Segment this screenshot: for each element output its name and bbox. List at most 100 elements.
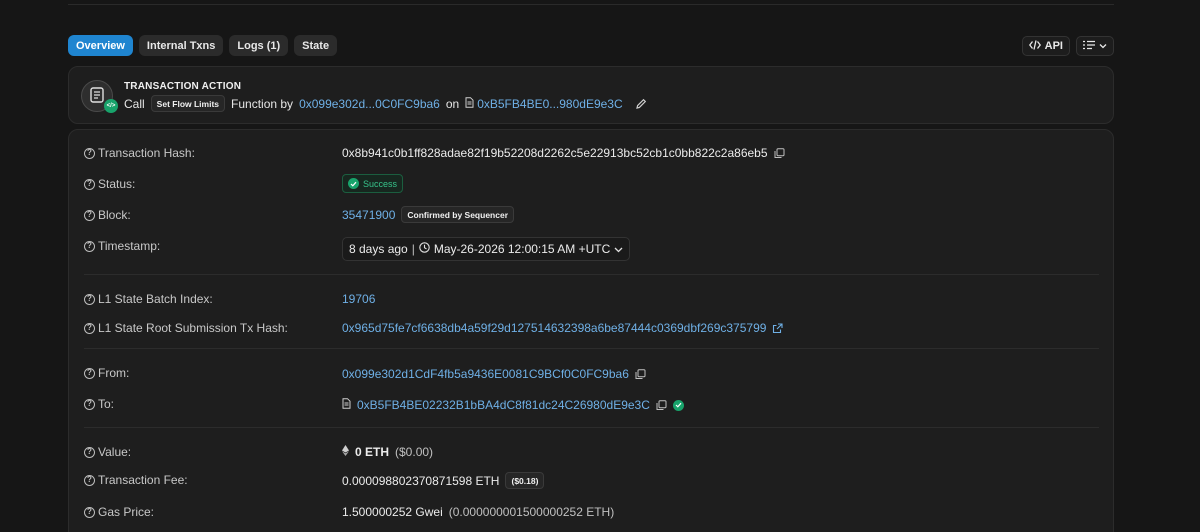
from-label: ? From:	[84, 366, 129, 380]
root-hash-label-text: L1 State Root Submission Tx Hash:	[98, 321, 288, 335]
timestamp-relative: 8 days ago	[349, 242, 408, 256]
transaction-action-card: </> TRANSACTION ACTION Call Set Flow Lim…	[68, 66, 1114, 124]
to-label: ? To:	[84, 397, 114, 411]
transaction-action-heading: TRANSACTION ACTION	[124, 81, 242, 92]
document-icon	[342, 398, 351, 412]
list-settings-icon	[1083, 40, 1095, 53]
question-icon[interactable]: ?	[84, 293, 95, 305]
section-divider	[84, 427, 1099, 428]
root-hash-value-group: 0x965d75fe7cf6638db4a59f29d127514632398a…	[342, 321, 783, 335]
edit-icon[interactable]	[635, 98, 647, 110]
copy-icon[interactable]	[774, 147, 785, 159]
code-icon	[1028, 39, 1041, 53]
tab-state[interactable]: State	[294, 35, 338, 56]
from-label-text: From:	[98, 366, 130, 380]
batch-index-link[interactable]: 19706	[342, 292, 375, 306]
timestamp-separator: |	[411, 242, 415, 256]
question-icon[interactable]: ?	[84, 240, 95, 252]
tab-bar: Overview Internal Txns Logs (1) State	[68, 35, 338, 56]
api-button[interactable]: API	[1021, 36, 1070, 56]
status-badge: Success	[342, 174, 404, 193]
function-by-text: Function by	[231, 96, 294, 111]
caller-address-link[interactable]: 0x099e302d...0C0FC9ba6	[299, 97, 440, 111]
gas-value-group: 1.500000252 Gwei (0.000000001500000252 E…	[342, 505, 614, 519]
chevron-down-icon	[1099, 40, 1107, 52]
transaction-details-card: ? Transaction Hash: 0x8b941c0b1ff828adae…	[68, 129, 1114, 532]
toolbar: API	[1021, 36, 1114, 56]
block-label: ? Block:	[84, 208, 131, 222]
block-number-link[interactable]: 35471900	[342, 208, 395, 222]
timestamp-absolute: May-26-2026 12:00:15 AM +UTC	[433, 242, 611, 256]
question-icon[interactable]: ?	[84, 398, 95, 410]
batch-index-label: ? L1 State Batch Index:	[84, 292, 213, 306]
value-value-group: 0 ETH ($0.00)	[342, 445, 433, 459]
copy-icon[interactable]	[656, 399, 667, 411]
to-label-text: To:	[98, 397, 115, 411]
api-label: API	[1044, 40, 1063, 52]
status-value-group: Success	[342, 174, 404, 193]
check-circle-icon	[672, 399, 684, 411]
block-value-group: 35471900 Confirmed by Sequencer	[342, 206, 514, 223]
check-circle-icon	[348, 178, 359, 189]
contract-address-link[interactable]: 0xB5FB4BE0...980dE9e3C	[477, 97, 622, 111]
question-icon[interactable]: ?	[84, 446, 95, 458]
fee-amount: 0.000098802370871598 ETH	[342, 473, 500, 488]
gas-label: ? Gas Price:	[84, 505, 154, 519]
question-icon[interactable]: ?	[84, 322, 95, 334]
gas-eth: (0.000000001500000252 ETH)	[448, 505, 615, 519]
from-address-link[interactable]: 0x099e302d1CdF4fb5a9436E0081C9BCf0C0FC9b…	[342, 367, 629, 381]
tx-hash-label: ? Transaction Hash:	[84, 146, 195, 160]
code-icon: </>	[104, 99, 118, 113]
value-amount: 0 ETH	[355, 445, 390, 459]
document-icon	[465, 96, 474, 111]
gas-label-text: Gas Price:	[98, 505, 155, 519]
root-hash-link[interactable]: 0x965d75fe7cf6638db4a59f29d127514632398a…	[342, 321, 766, 335]
question-icon[interactable]: ?	[84, 147, 95, 159]
tx-hash-value: 0x8b941c0b1ff828adae82f19b52208d2262c5e2…	[342, 146, 768, 160]
top-divider	[68, 4, 1114, 5]
gas-amount: 1.500000252 Gwei	[342, 505, 443, 519]
tab-logs[interactable]: Logs (1)	[229, 35, 289, 56]
tx-hash-value-group: 0x8b941c0b1ff828adae82f19b52208d2262c5e2…	[342, 146, 785, 160]
view-options-button[interactable]	[1076, 36, 1114, 56]
question-icon[interactable]: ?	[84, 474, 95, 486]
status-label: ? Status:	[84, 177, 135, 191]
document-icon	[90, 86, 104, 106]
on-word: on	[445, 96, 460, 111]
call-word: Call	[124, 96, 145, 111]
to-address-link[interactable]: 0xB5FB4BE02232B1bBA4dC8f81dc24C26980dE9e…	[357, 398, 650, 412]
value-label-text: Value:	[98, 445, 132, 459]
timestamp-label-text: Timestamp:	[98, 239, 161, 253]
timestamp-dropdown[interactable]: 8 days ago | May-26-2026 12:00:15 AM +UT…	[342, 237, 631, 261]
external-link-icon[interactable]	[772, 322, 783, 334]
clock-icon	[419, 242, 430, 256]
block-label-text: Block:	[98, 208, 131, 222]
status-text: Success	[363, 178, 398, 189]
tab-internal-txns[interactable]: Internal Txns	[138, 35, 224, 56]
question-icon[interactable]: ?	[84, 209, 95, 221]
from-value-group: 0x099e302d1CdF4fb5a9436E0081C9BCf0C0FC9b…	[342, 367, 646, 381]
copy-icon[interactable]	[635, 368, 646, 380]
confirmation-badge: Confirmed by Sequencer	[401, 206, 514, 223]
fee-label-text: Transaction Fee:	[98, 473, 188, 487]
fee-usd-badge: ($0.18)	[505, 472, 545, 489]
batch-index-value-group: 19706	[342, 292, 375, 306]
chevron-down-icon	[614, 242, 623, 256]
status-label-text: Status:	[98, 177, 136, 191]
value-usd: ($0.00)	[395, 445, 434, 459]
fee-value-group: 0.000098802370871598 ETH ($0.18)	[342, 472, 545, 489]
timestamp-value-group: 8 days ago | May-26-2026 12:00:15 AM +UT…	[342, 237, 631, 261]
tab-overview[interactable]: Overview	[68, 35, 133, 56]
ethereum-icon	[342, 445, 349, 459]
fee-label: ? Transaction Fee:	[84, 473, 188, 487]
method-badge: Set Flow Limits	[150, 95, 226, 112]
contract-link-group: 0xB5FB4BE0...980dE9e3C	[465, 96, 623, 111]
question-icon[interactable]: ?	[84, 178, 95, 190]
to-value-group: 0xB5FB4BE02232B1bBA4dC8f81dc24C26980dE9e…	[342, 398, 684, 412]
question-icon[interactable]: ?	[84, 367, 95, 379]
batch-index-label-text: L1 State Batch Index:	[98, 292, 213, 306]
timestamp-label: ? Timestamp:	[84, 239, 160, 253]
question-icon[interactable]: ?	[84, 506, 95, 518]
value-label: ? Value:	[84, 445, 131, 459]
tx-hash-label-text: Transaction Hash:	[98, 146, 195, 160]
